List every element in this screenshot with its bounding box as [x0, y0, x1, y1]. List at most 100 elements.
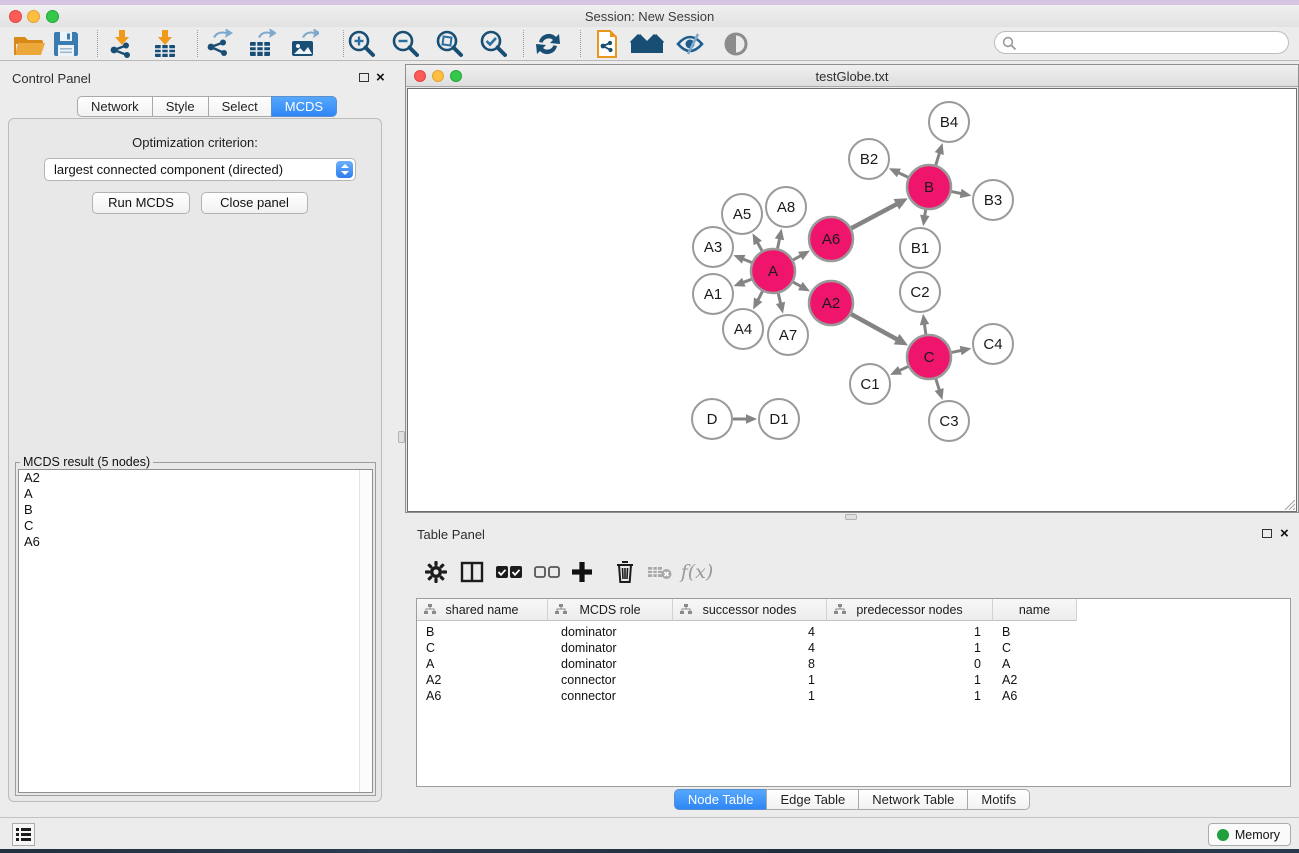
graph-node-A7[interactable]: A7	[768, 315, 808, 355]
save-session-button[interactable]	[47, 28, 85, 59]
column-header-shared-name[interactable]: shared name	[417, 599, 548, 621]
result-item[interactable]: B	[19, 502, 372, 518]
graph-node-C1[interactable]: C1	[850, 364, 890, 404]
graph-edge-A-A1[interactable]	[743, 279, 752, 282]
column-header-predecessor-nodes[interactable]: predecessor nodes	[827, 599, 993, 621]
mcds-result-list[interactable]: A2ABCA6	[18, 469, 373, 793]
splitter-handle[interactable]	[398, 431, 405, 443]
graph-node-B3[interactable]: B3	[973, 180, 1013, 220]
graph-edge-C-C1[interactable]	[899, 367, 908, 371]
graph-edge-B-B3[interactable]	[952, 192, 962, 194]
export-image-button[interactable]	[285, 28, 323, 59]
tab-select[interactable]: Select	[208, 96, 272, 117]
graph-node-A5[interactable]: A5	[722, 194, 762, 234]
graph-node-C3[interactable]: C3	[929, 401, 969, 441]
table-row[interactable]: A2connector11A2	[417, 672, 1077, 688]
import-network-button[interactable]	[102, 28, 140, 59]
graph-edge-A-A7[interactable]	[778, 293, 780, 303]
graph-node-C2[interactable]: C2	[900, 272, 940, 312]
graph-node-D1[interactable]: D1	[759, 399, 799, 439]
tab-network[interactable]: Network	[77, 96, 153, 117]
export-table-button[interactable]	[242, 28, 280, 59]
graph-node-A8[interactable]: A8	[766, 187, 806, 227]
float-panel-icon[interactable]	[359, 73, 369, 82]
tab-style[interactable]: Style	[152, 96, 209, 117]
show-all-button[interactable]	[717, 28, 755, 59]
graph-node-B2[interactable]: B2	[849, 139, 889, 179]
result-scrollbar[interactable]	[359, 470, 372, 792]
delete-column-button[interactable]	[609, 556, 641, 588]
graph-node-A[interactable]: A	[751, 249, 795, 293]
close-panel-button[interactable]: Close panel	[201, 192, 308, 214]
graph-node-A1[interactable]: A1	[693, 274, 733, 314]
result-item[interactable]: C	[19, 518, 372, 534]
table-row[interactable]: Adominator80A	[417, 656, 1077, 672]
tab-edge-table[interactable]: Edge Table	[766, 789, 859, 810]
run-mcds-button[interactable]: Run MCDS	[92, 192, 190, 214]
graph-edge-A2-C[interactable]	[851, 314, 897, 340]
graph-node-C[interactable]: C	[907, 335, 951, 379]
tab-motifs[interactable]: Motifs	[967, 789, 1030, 810]
graph-node-B[interactable]: B	[907, 165, 951, 209]
deselect-all-button[interactable]	[531, 556, 563, 588]
graph-edge-A6-B[interactable]	[851, 204, 897, 228]
column-header-MCDS-role[interactable]: MCDS role	[548, 599, 673, 621]
memory-button[interactable]: Memory	[1208, 823, 1291, 846]
zoom-fit-button[interactable]	[430, 28, 468, 59]
graph-node-A2[interactable]: A2	[809, 281, 853, 325]
graph-edge-C-C3[interactable]	[936, 379, 940, 391]
network-from-selection-button[interactable]	[588, 28, 626, 59]
graph-edge-A-A3[interactable]	[743, 259, 752, 263]
graph-edge-A-A4[interactable]	[758, 291, 763, 300]
column-header-name[interactable]: name	[993, 599, 1077, 621]
export-network-button[interactable]	[199, 28, 237, 59]
graph-node-D[interactable]: D	[692, 399, 732, 439]
graph-edge-C-C2[interactable]	[924, 324, 925, 335]
result-item[interactable]: A2	[19, 470, 372, 486]
node-table[interactable]: shared nameMCDS rolesuccessor nodesprede…	[416, 598, 1291, 787]
select-all-button[interactable]	[493, 556, 525, 588]
add-column-button[interactable]	[566, 556, 598, 588]
graph-node-C4[interactable]: C4	[973, 324, 1013, 364]
graph-node-A4[interactable]: A4	[723, 309, 763, 349]
graph-node-B1[interactable]: B1	[900, 228, 940, 268]
zoom-selected-button[interactable]	[474, 28, 512, 59]
graph-node-B4[interactable]: B4	[929, 102, 969, 142]
result-item[interactable]: A	[19, 486, 372, 502]
table-row[interactable]: Cdominator41C	[417, 640, 1077, 656]
graph-edge-A-A6[interactable]	[793, 255, 801, 259]
graph-node-A3[interactable]: A3	[693, 227, 733, 267]
table-close-panel-icon[interactable]: ×	[1280, 528, 1289, 540]
result-item[interactable]: A6	[19, 534, 372, 550]
criterion-dropdown[interactable]: largest connected component (directed)	[44, 158, 356, 181]
apply-function-button[interactable]: f(x)	[681, 556, 713, 588]
zoom-out-button[interactable]	[386, 28, 424, 59]
delete-table-button[interactable]	[644, 556, 676, 588]
graph-edge-B-B2[interactable]	[898, 173, 908, 178]
search-field[interactable]	[994, 31, 1289, 54]
table-float-panel-icon[interactable]	[1262, 529, 1272, 538]
graph-edge-B-B4[interactable]	[936, 153, 940, 165]
tab-network-table[interactable]: Network Table	[858, 789, 968, 810]
resize-grip-icon[interactable]	[1282, 497, 1295, 510]
table-row[interactable]: Bdominator41B	[417, 624, 1077, 640]
open-session-button[interactable]	[10, 28, 48, 59]
apply-layout-button[interactable]	[529, 28, 567, 59]
graph-node-A6[interactable]: A6	[809, 217, 853, 261]
graph-edge-A-A5[interactable]	[757, 242, 762, 251]
task-history-button[interactable]	[12, 823, 35, 846]
column-header-successor-nodes[interactable]: successor nodes	[673, 599, 827, 621]
hide-selected-button[interactable]	[671, 28, 709, 59]
show-columns-button[interactable]	[456, 556, 488, 588]
table-settings-button[interactable]	[420, 556, 452, 588]
close-panel-icon[interactable]: ×	[376, 72, 385, 84]
zoom-in-button[interactable]	[342, 28, 380, 59]
tab-mcds[interactable]: MCDS	[271, 96, 337, 117]
network-canvas[interactable]: B4 B2 B B3 A8A5 A6 A3 B1 A C2 A1 A2 A4A7 C4 C C1 D D1 C3	[407, 88, 1297, 512]
search-input[interactable]	[1021, 33, 1281, 52]
graph-edge-C-C4[interactable]	[952, 350, 962, 352]
table-row[interactable]: A6connector11A6	[417, 688, 1077, 704]
home-button[interactable]	[628, 28, 666, 59]
import-table-button[interactable]	[146, 28, 184, 59]
tab-node-table[interactable]: Node Table	[674, 789, 768, 810]
